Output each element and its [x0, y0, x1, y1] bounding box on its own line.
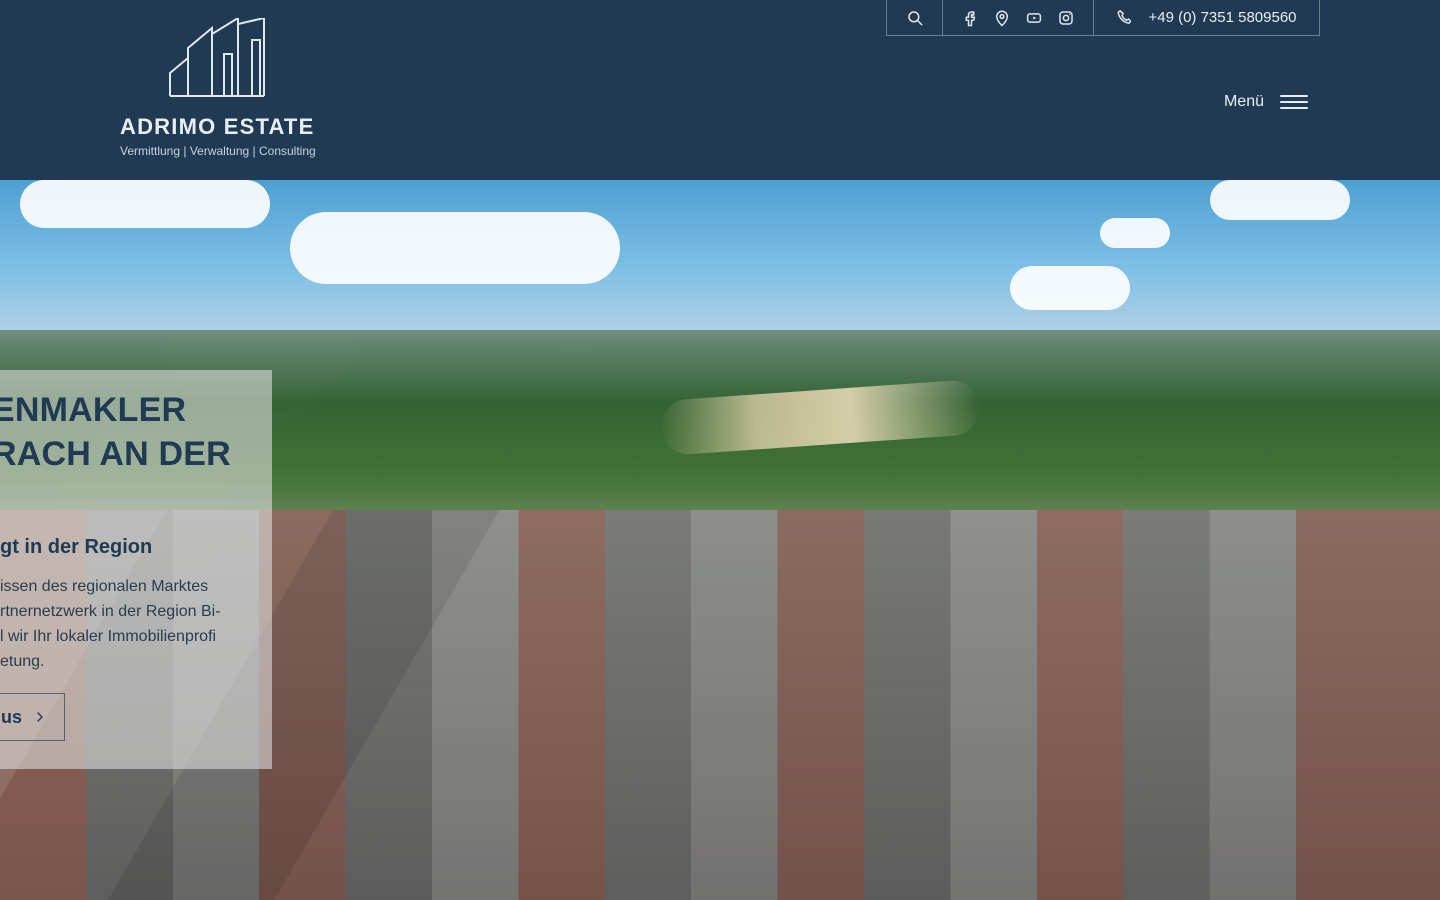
site-header: ADRIMO ESTATE Vermittlung | Verwaltung |… [0, 0, 1440, 180]
hero-subheadline: gt in der Region [0, 536, 153, 558]
hero-headline-line2: RACH AN DER [0, 435, 231, 473]
cloud [1010, 266, 1130, 310]
location-pin-icon[interactable] [993, 9, 1011, 27]
menu-label: Menü [1223, 93, 1264, 110]
youtube-icon[interactable] [1025, 9, 1043, 27]
search-button[interactable] [887, 0, 943, 35]
facebook-icon[interactable] [961, 9, 979, 27]
top-utility-bar: +49 (0) 7351 5809560 [886, 0, 1320, 36]
cloud [20, 180, 270, 228]
phone-icon [1116, 9, 1134, 27]
instagram-icon[interactable] [1057, 9, 1075, 27]
hero-cta-button[interactable]: us [0, 693, 65, 741]
cloud [1210, 180, 1350, 220]
phone-link[interactable]: +49 (0) 7351 5809560 [1094, 0, 1319, 35]
brand-logo[interactable]: ADRIMO ESTATE Vermittlung | Verwaltung |… [120, 18, 320, 168]
hamburger-icon [1280, 92, 1308, 112]
brand-name: ADRIMO ESTATE [120, 114, 315, 139]
social-links [943, 0, 1094, 35]
phone-number: +49 (0) 7351 5809560 [1148, 9, 1297, 26]
hero-cta-label: us [1, 706, 23, 727]
search-icon [906, 9, 924, 27]
brand-tagline: Vermittlung | Verwaltung | Consulting [120, 144, 316, 158]
hero-headline: ENMAKLER RACH AN DER [0, 388, 252, 476]
hero-body: issen des regionalen Marktes rtnernetzwe… [0, 578, 221, 670]
page: ADRIMO ESTATE Vermittlung | Verwaltung |… [0, 0, 1440, 900]
cloud [1100, 218, 1170, 248]
building-logo-icon [169, 18, 265, 97]
chevron-right-icon [32, 709, 48, 725]
hero-headline-line1: ENMAKLER [0, 391, 187, 429]
cloud [290, 212, 620, 284]
main-menu-toggle[interactable]: Menü [1224, 92, 1308, 112]
